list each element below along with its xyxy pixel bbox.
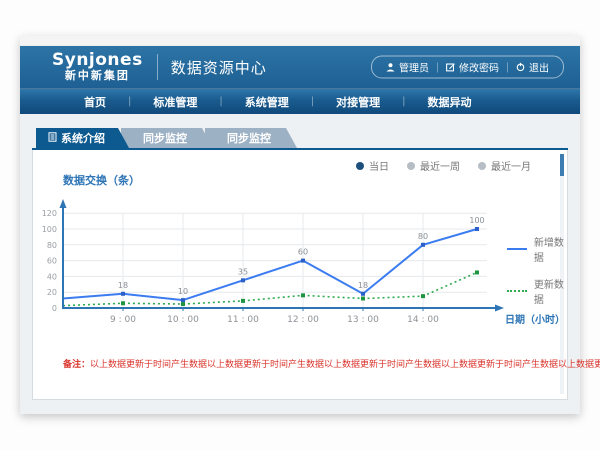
nav-item-data-change[interactable]: 数据异动 bbox=[406, 94, 494, 110]
svg-text:13 : 00: 13 : 00 bbox=[347, 315, 379, 325]
chart-panel: 当日 最近一周 最近一月 数据交换（条） 020406 bbox=[32, 150, 568, 400]
radio-today-label: 当日 bbox=[369, 158, 389, 173]
company-logo: Synjones 新中新集团 bbox=[52, 52, 143, 81]
change-password-label: 修改密码 bbox=[459, 60, 499, 75]
tab-sync-monitor-1[interactable]: 同步监控 bbox=[121, 128, 213, 148]
tab-sync-monitor-1-label: 同步监控 bbox=[143, 130, 187, 146]
radio-today[interactable]: 当日 bbox=[356, 158, 389, 173]
logout-label: 退出 bbox=[529, 60, 549, 75]
radio-last-week-label: 最近一周 bbox=[420, 158, 460, 173]
tab-bar: 系统介绍 同步监控 同步监控 bbox=[36, 128, 568, 148]
user-icon bbox=[386, 63, 395, 72]
nav-item-system-mgmt[interactable]: 系统管理 bbox=[223, 94, 311, 110]
radio-last-month-label: 最近一月 bbox=[491, 158, 531, 173]
power-icon bbox=[516, 63, 525, 72]
footnote-text: 以上数据更新于时间产生数据以上数据更新于时间产生数据以上数据更新于时间产生数据以… bbox=[90, 360, 600, 370]
svg-text:80: 80 bbox=[47, 241, 57, 250]
svg-text:10: 10 bbox=[178, 287, 188, 296]
svg-text:100: 100 bbox=[42, 225, 57, 234]
svg-text:12 : 00: 12 : 00 bbox=[287, 315, 319, 325]
legend-line-solid bbox=[507, 248, 527, 250]
legend-new-data-label: 新增数据 bbox=[534, 234, 567, 264]
svg-text:35: 35 bbox=[238, 267, 248, 276]
tab-sync-monitor-2-label: 同步监控 bbox=[227, 130, 271, 146]
svg-text:10 : 00: 10 : 00 bbox=[167, 315, 199, 325]
radio-last-week[interactable]: 最近一周 bbox=[407, 158, 460, 173]
radio-dot bbox=[407, 162, 415, 170]
svg-text:60: 60 bbox=[298, 248, 308, 257]
legend-line-dotted bbox=[507, 290, 527, 292]
legend-new-data: 新增数据 bbox=[507, 234, 567, 264]
app-window: Synjones 新中新集团 数据资源中心 管理员 修改密码 bbox=[20, 36, 580, 414]
svg-text:20: 20 bbox=[47, 288, 57, 297]
svg-text:0: 0 bbox=[52, 304, 57, 313]
time-filter-group: 当日 最近一周 最近一月 bbox=[356, 158, 531, 173]
legend-update-data-label: 更新数据 bbox=[534, 276, 567, 306]
change-password-button[interactable]: 修改密码 bbox=[438, 59, 507, 76]
svg-text:80: 80 bbox=[418, 232, 428, 241]
legend-update-data: 更新数据 bbox=[507, 276, 567, 306]
screenshot-canvas: Synjones 新中新集团 数据资源中心 管理员 修改密码 bbox=[0, 0, 600, 450]
svg-text:120: 120 bbox=[42, 209, 57, 218]
window-top-strip bbox=[20, 36, 580, 46]
svg-text:14 : 00: 14 : 00 bbox=[407, 315, 439, 325]
logo-en-text: Synjones bbox=[52, 52, 143, 70]
svg-text:9 : 00: 9 : 00 bbox=[110, 315, 136, 325]
tab-system-intro-label: 系统介绍 bbox=[61, 130, 105, 146]
app-title: 数据资源中心 bbox=[171, 57, 267, 78]
svg-text:40: 40 bbox=[47, 272, 57, 281]
content-area: 系统介绍 同步监控 同步监控 当日 最近 bbox=[20, 114, 580, 414]
svg-text:18: 18 bbox=[358, 281, 368, 290]
footnote-prefix: 备注： bbox=[63, 360, 90, 370]
nav-item-standard-mgmt[interactable]: 标准管理 bbox=[131, 94, 219, 110]
header-action-group: 管理员 修改密码 退出 bbox=[371, 56, 564, 79]
radio-dot bbox=[478, 162, 486, 170]
edit-icon bbox=[446, 63, 455, 72]
tab-system-intro[interactable]: 系统介绍 bbox=[36, 128, 129, 148]
header-divider bbox=[157, 54, 158, 80]
admin-user-button[interactable]: 管理员 bbox=[378, 59, 437, 76]
svg-text:100: 100 bbox=[469, 216, 484, 225]
y-axis-title: 数据交换（条） bbox=[63, 172, 140, 188]
line-chart: 0 20 40 60 80 100 120 9 : 00 10 : 00 11 : 00 12 : … bbox=[33, 190, 569, 346]
svg-text:11 : 00: 11 : 00 bbox=[227, 315, 259, 325]
document-icon bbox=[48, 132, 57, 145]
radio-dot-selected bbox=[356, 162, 364, 170]
svg-text:18: 18 bbox=[118, 281, 128, 290]
nav-item-home[interactable]: 首页 bbox=[62, 94, 128, 110]
app-header: Synjones 新中新集团 数据资源中心 管理员 修改密码 bbox=[20, 46, 580, 88]
series-legend: 新增数据 更新数据 bbox=[507, 234, 567, 318]
admin-user-label: 管理员 bbox=[399, 60, 429, 75]
logo-cn-text: 新中新集团 bbox=[52, 70, 143, 82]
nav-item-interface-mgmt[interactable]: 对接管理 bbox=[314, 94, 402, 110]
line-chart-svg: 0 20 40 60 80 100 120 9 : 00 10 : 00 11 : 00 12 : … bbox=[33, 190, 569, 342]
tab-sync-monitor-2[interactable]: 同步监控 bbox=[205, 128, 297, 148]
logout-button[interactable]: 退出 bbox=[508, 59, 557, 76]
main-nav: 首页 | 标准管理 | 系统管理 | 对接管理 | 数据异动 bbox=[20, 88, 580, 114]
radio-last-month[interactable]: 最近一月 bbox=[478, 158, 531, 173]
footnote: 备注：以上数据更新于时间产生数据以上数据更新于时间产生数据以上数据更新于时间产生… bbox=[63, 357, 600, 370]
scrollbar-thumb[interactable] bbox=[560, 154, 564, 176]
svg-text:60: 60 bbox=[47, 257, 57, 266]
